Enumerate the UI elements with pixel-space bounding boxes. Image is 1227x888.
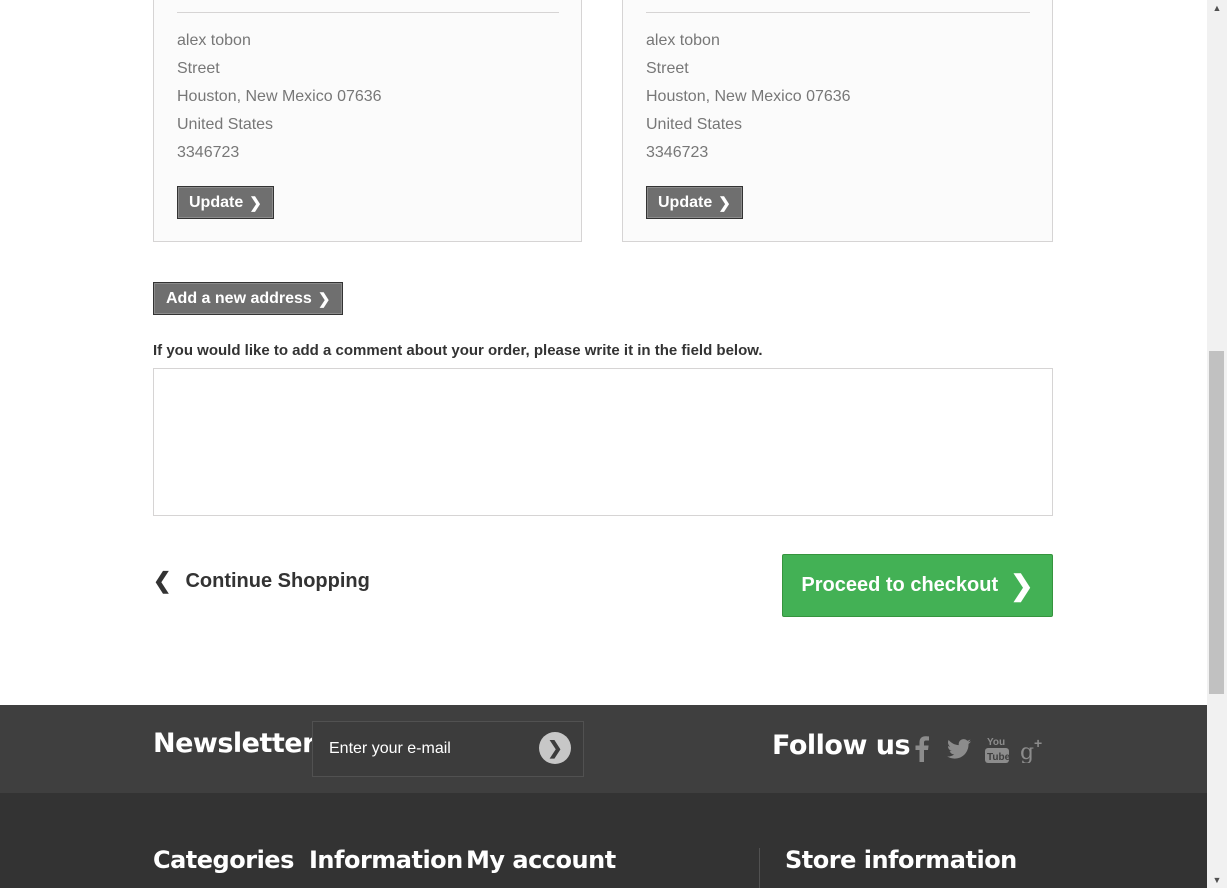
chevron-right-icon: ❯ — [1010, 569, 1034, 601]
divider — [646, 12, 1030, 13]
chevron-right-icon: ❯ — [718, 194, 731, 212]
update-address-button[interactable]: Update ❯ — [177, 186, 274, 219]
footer-store-information-heading: Store information — [785, 846, 1017, 874]
divider — [177, 12, 559, 13]
address-box-invoice: alex tobon Street Houston, New Mexico 07… — [622, 0, 1053, 242]
update-button-label: Update — [189, 193, 244, 211]
svg-text:+: + — [1034, 735, 1042, 751]
scrollbar-thumb[interactable] — [1209, 351, 1224, 694]
address-name: alex tobon — [646, 32, 720, 49]
address-city: Houston, New Mexico 07636 — [177, 88, 382, 105]
order-comment-textarea[interactable] — [153, 368, 1053, 516]
footer-divider — [759, 848, 760, 888]
address-box-delivery: alex tobon Street Houston, New Mexico 07… — [153, 0, 582, 242]
page: alex tobon Street Houston, New Mexico 07… — [0, 0, 1207, 888]
address-street: Street — [646, 60, 689, 77]
scroll-down-arrow-icon[interactable]: ▼ — [1207, 872, 1227, 888]
address-name: alex tobon — [177, 32, 251, 49]
address-country: United States — [177, 116, 274, 133]
youtube-icon[interactable]: You Tube — [984, 734, 1010, 764]
footer-my-account-heading[interactable]: My account — [466, 846, 616, 874]
chevron-right-icon: ❯ — [249, 194, 262, 212]
checkout-label: Proceed to checkout — [801, 574, 999, 596]
address-country: United States — [646, 116, 743, 133]
scroll-up-arrow-icon[interactable]: ▲ — [1207, 0, 1227, 16]
footer-information-heading[interactable]: Information — [309, 846, 463, 874]
address-phone: 3346723 — [177, 144, 240, 161]
footer-categories-heading[interactable]: Categories — [153, 846, 294, 874]
update-button-label: Update — [658, 193, 713, 211]
proceed-to-checkout-button[interactable]: Proceed to checkout ❯ — [782, 554, 1053, 617]
svg-text:Tube: Tube — [987, 752, 1009, 763]
follow-us-title: Follow us — [772, 730, 911, 761]
twitter-icon[interactable] — [946, 734, 972, 764]
chevron-left-icon: ❮ — [153, 568, 172, 593]
add-address-label: Add a new address — [166, 289, 312, 307]
newsletter-submit-button[interactable]: ❯ — [539, 732, 571, 764]
svg-text:You: You — [987, 737, 1005, 748]
comment-label: If you would like to add a comment about… — [153, 342, 763, 359]
address-city: Houston, New Mexico 07636 — [646, 88, 851, 105]
newsletter-title: Newsletter — [153, 728, 315, 759]
google-plus-icon[interactable]: g + — [1020, 734, 1048, 764]
svg-text:g: g — [1020, 740, 1034, 763]
add-new-address-button[interactable]: Add a new address ❯ — [153, 282, 343, 315]
address-phone: 3346723 — [646, 144, 709, 161]
continue-shopping-label: Continue Shopping — [185, 569, 370, 592]
update-address-button[interactable]: Update ❯ — [646, 186, 743, 219]
address-street: Street — [177, 60, 220, 77]
newsletter-placeholder: Enter your e-mail — [329, 740, 451, 757]
chevron-right-icon: ❯ — [317, 290, 331, 308]
chevron-right-icon: ❯ — [547, 737, 563, 758]
continue-shopping-link[interactable]: ❮ Continue Shopping — [153, 566, 370, 596]
facebook-icon[interactable] — [910, 734, 934, 764]
